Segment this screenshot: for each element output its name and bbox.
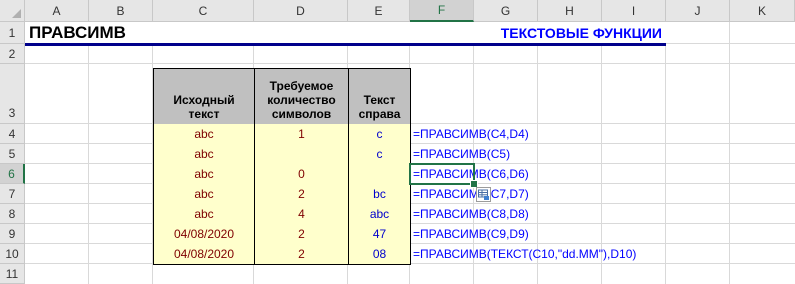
row-header-10[interactable]: 10 [0, 244, 25, 264]
table-cell-source[interactable]: abc [153, 144, 255, 165]
table-header-result[interactable]: Текст справа [348, 68, 411, 125]
table-cell-result[interactable]: abc [348, 204, 411, 225]
table-cell-source[interactable]: 04/08/2020 [153, 244, 255, 265]
column-header-j[interactable]: J [666, 0, 730, 22]
table-cell-count[interactable]: 2 [254, 244, 349, 265]
column-header-d[interactable]: D [254, 0, 348, 22]
table-cell-source[interactable]: abc [153, 204, 255, 225]
column-header-k[interactable]: K [730, 0, 795, 22]
row-header-3[interactable]: 3 [0, 64, 25, 124]
row-header-9[interactable]: 9 [0, 224, 25, 244]
table-cell-count[interactable]: 2 [254, 184, 349, 205]
table-cell-result[interactable]: c [348, 124, 411, 145]
formula-text[interactable]: =ПРАВСИМВ(ТЕКСТ(C10,"dd.MM"),D10) [410, 244, 636, 264]
column-header-b[interactable]: B [89, 0, 153, 22]
select-all-corner[interactable] [0, 0, 25, 22]
column-header-e[interactable]: E [348, 0, 410, 22]
row-header-1[interactable]: 1 [0, 22, 25, 44]
column-header-i[interactable]: I [602, 0, 666, 22]
column-header-a[interactable]: A [25, 0, 89, 22]
sheet-title: ПРАВСИМВ [29, 23, 126, 42]
table-cell-result[interactable]: 47 [348, 224, 411, 245]
row-header-8[interactable]: 8 [0, 204, 25, 224]
row-header-5[interactable]: 5 [0, 144, 25, 164]
row-header-6[interactable]: 6 [0, 164, 25, 184]
formula-text[interactable]: =ПРАВСИМВ(C4,D4) [410, 124, 529, 144]
row-header-2[interactable]: 2 [0, 44, 25, 64]
table-cell-count[interactable]: 2 [254, 224, 349, 245]
table-cell-count[interactable]: 1 [254, 124, 349, 145]
table-cell-source[interactable]: abc [153, 184, 255, 205]
table-cell-result[interactable]: 08 [348, 244, 411, 265]
column-header-g[interactable]: G [474, 0, 538, 22]
column-header-h[interactable]: H [538, 0, 602, 22]
row-header-11[interactable]: 11 [0, 264, 25, 284]
formula-text[interactable]: =ПРАВСИМВ(C5) [410, 144, 510, 164]
quick-analysis-icon [478, 189, 489, 200]
column-header-f[interactable]: F [410, 0, 474, 22]
table-cell-count[interactable] [254, 144, 349, 165]
row-header-7[interactable]: 7 [0, 184, 25, 204]
table-cell-result[interactable] [348, 164, 411, 185]
table-cell-result[interactable]: c [348, 144, 411, 165]
formula-text[interactable]: =ПРАВСИМВ(C8,D8) [410, 204, 529, 224]
header-source-label: Исходный текст [173, 93, 235, 121]
table-cell-result[interactable]: bc [348, 184, 411, 205]
table-cell-count[interactable]: 4 [254, 204, 349, 225]
column-header-c[interactable]: C [153, 0, 254, 22]
table-cell-source[interactable]: 04/08/2020 [153, 224, 255, 245]
active-cell-border [409, 163, 475, 185]
row-header-4[interactable]: 4 [0, 124, 25, 144]
section-title: ТЕКСТОВЫЕ ФУНКЦИИ [500, 25, 662, 41]
formula-text[interactable]: =ПРАВСИМВ(C9,D9) [410, 224, 529, 244]
table-header-source[interactable]: Исходный текст [153, 68, 255, 125]
title-underline [25, 43, 666, 46]
table-cell-source[interactable]: abc [153, 164, 255, 185]
table-header-count[interactable]: Требуемое количество символов [254, 68, 349, 125]
header-result-label: Текст справа [358, 93, 401, 121]
quick-analysis-button[interactable] [476, 187, 491, 202]
table-cell-source[interactable]: abc [153, 124, 255, 145]
spreadsheet: A B C D E F G H I J K 1 2 3 4 5 6 7 8 9 … [0, 0, 795, 284]
header-count-label: Требуемое количество символов [267, 79, 336, 121]
table-cell-count[interactable]: 0 [254, 164, 349, 185]
